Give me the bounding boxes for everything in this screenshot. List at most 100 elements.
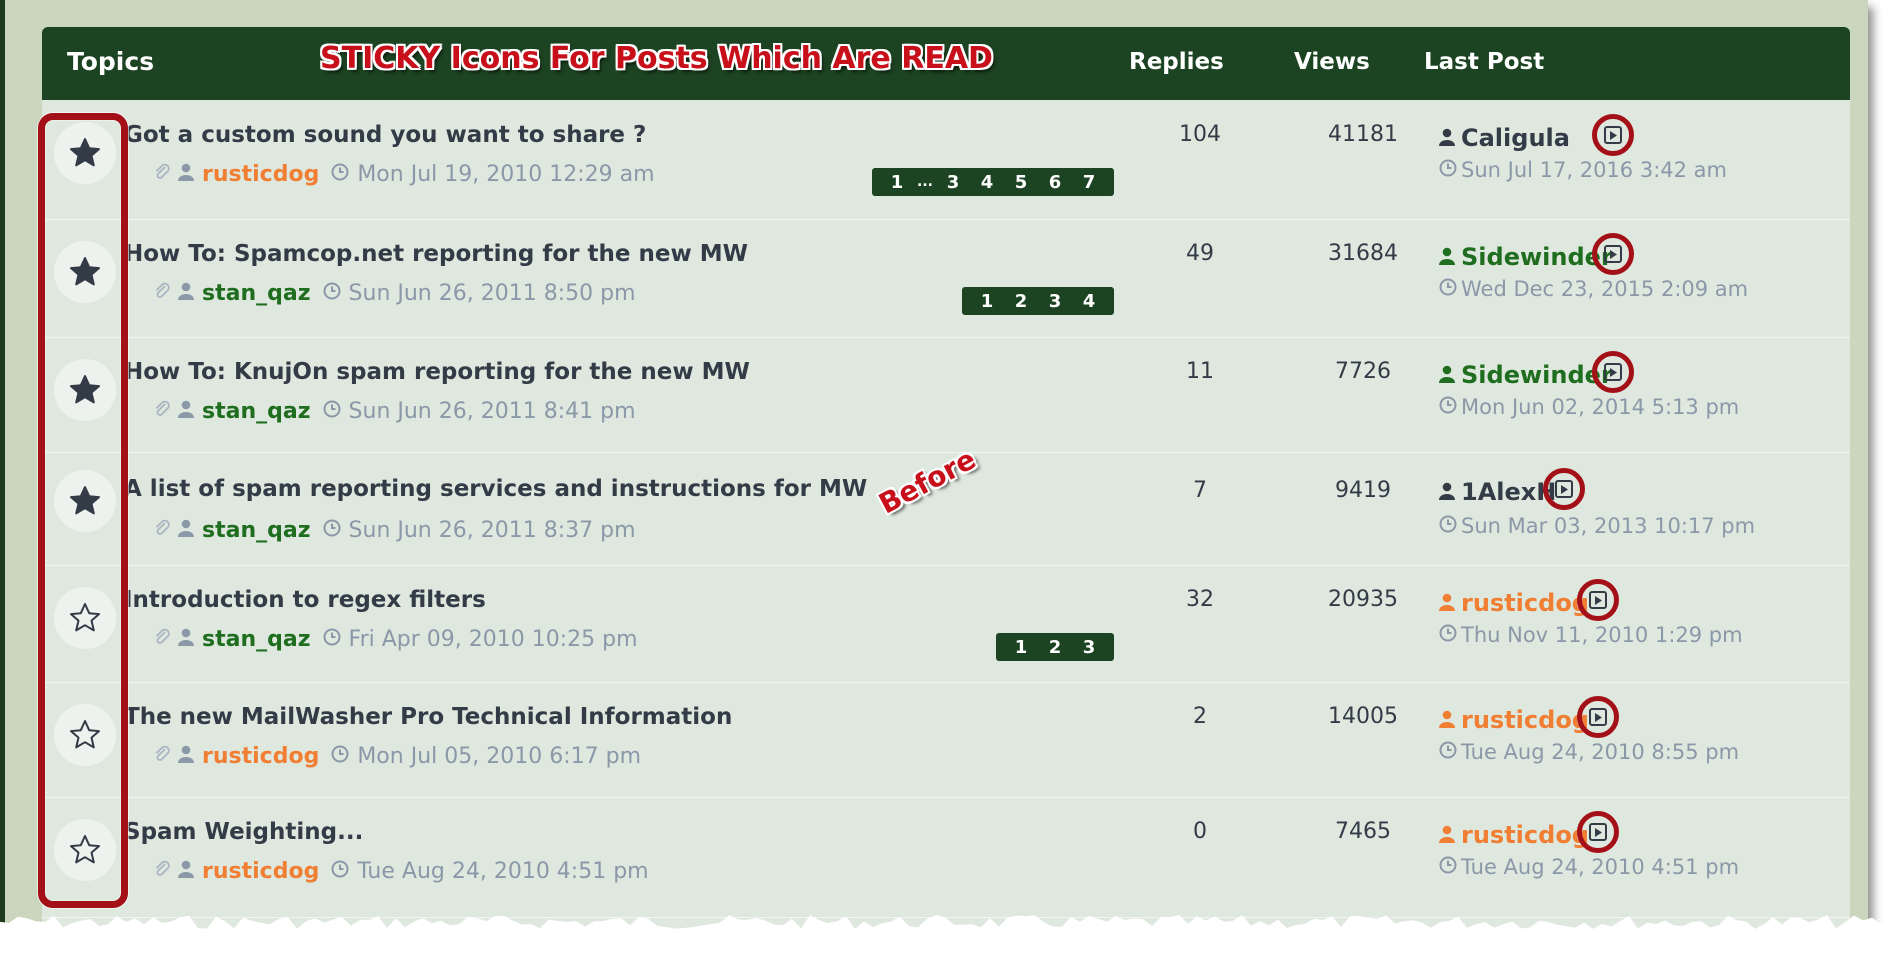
page-link[interactable]: 2: [1004, 291, 1038, 312]
user-icon: [178, 744, 194, 769]
view-latest-post-button[interactable]: [1592, 351, 1634, 393]
page-link[interactable]: 1: [1004, 637, 1038, 658]
topic-author-link[interactable]: stan_qaz: [202, 399, 311, 424]
topic-meta: stan_qaz Fri Apr 09, 2010 10:25 pm: [154, 627, 638, 652]
clock-icon: [323, 281, 341, 306]
views-count: 9419: [1335, 478, 1391, 503]
view-latest-post-button[interactable]: [1543, 468, 1585, 510]
topic-author-link[interactable]: stan_qaz: [202, 627, 311, 652]
replies-count: 104: [1179, 122, 1221, 147]
user-icon: [178, 399, 194, 424]
view-latest-post-button[interactable]: [1577, 811, 1619, 853]
page-link[interactable]: 3: [1072, 637, 1106, 658]
pagination-ellipsis: ...: [917, 174, 933, 190]
user-icon: [178, 281, 194, 306]
last-post-author-link[interactable]: rusticdog: [1461, 706, 1589, 734]
replies-count: 2: [1193, 704, 1207, 729]
last-post-time: Wed Dec 23, 2015 2:09 am: [1439, 277, 1748, 301]
page-link[interactable]: 5: [1004, 172, 1038, 193]
page-link[interactable]: 2: [1038, 637, 1072, 658]
topic-date: Sun Jun 26, 2011 8:37 pm: [348, 518, 636, 543]
last-post-author: rusticdog: [1439, 821, 1589, 849]
topic-row: Got a custom sound you want to share ? ru…: [42, 100, 1850, 220]
page-link[interactable]: 3: [1038, 291, 1072, 312]
user-icon: [178, 518, 194, 543]
topic-row: Introduction to regex filters stan_qaz Fri…: [42, 565, 1850, 683]
topic-date: Sun Jun 26, 2011 8:50 pm: [348, 281, 636, 306]
topic-meta: stan_qaz Sun Jun 26, 2011 8:41 pm: [154, 399, 636, 424]
user-icon: [1439, 361, 1455, 389]
annotation-banner: STICKY Icons For Posts Which Are READ: [320, 41, 993, 76]
topic-author-link[interactable]: rusticdog: [202, 162, 319, 187]
topic-date: Mon Jul 19, 2010 12:29 am: [357, 162, 655, 187]
topic-row: The new MailWasher Pro Technical Informa…: [42, 682, 1850, 798]
page-link[interactable]: 4: [1072, 291, 1106, 312]
topic-title-link[interactable]: The new MailWasher Pro Technical Informa…: [124, 704, 732, 730]
view-latest-post-button[interactable]: [1577, 696, 1619, 738]
view-latest-post-icon: [1604, 126, 1622, 144]
topic-title-link[interactable]: Introduction to regex filters: [124, 587, 486, 613]
page-link[interactable]: 7: [1072, 172, 1106, 193]
topic-author-link[interactable]: stan_qaz: [202, 518, 311, 543]
last-post-author: Sidewinder: [1439, 243, 1613, 271]
last-post-author-link[interactable]: 1AlexH: [1461, 478, 1556, 506]
last-post-author-link[interactable]: Sidewinder: [1461, 243, 1613, 271]
views-column-header: Views: [1294, 49, 1370, 75]
pagination: 1234: [962, 287, 1114, 315]
last-post-author: Sidewinder: [1439, 361, 1613, 389]
last-post-date: Sun Mar 03, 2013 10:17 pm: [1461, 514, 1756, 538]
clock-icon: [323, 627, 341, 652]
last-post-date: Mon Jun 02, 2014 5:13 pm: [1461, 395, 1740, 419]
torn-edge: [0, 915, 1895, 953]
last-post-author: Caligula: [1439, 124, 1570, 152]
last-post-author-link[interactable]: Caligula: [1461, 124, 1570, 152]
last-post-column-header: Last Post: [1424, 49, 1545, 75]
topic-author-link[interactable]: stan_qaz: [202, 281, 311, 306]
replies-column-header: Replies: [1129, 49, 1224, 75]
clock-icon: [1439, 158, 1457, 182]
last-post-author-link[interactable]: Sidewinder: [1461, 361, 1613, 389]
clock-icon: [1439, 277, 1457, 301]
topic-title-link[interactable]: Spam Weighting...: [124, 819, 363, 845]
attachment-icon: [154, 518, 170, 543]
replies-count: 49: [1186, 241, 1214, 266]
user-icon: [1439, 706, 1455, 734]
page-link[interactable]: 1: [880, 172, 914, 193]
views-count: 31684: [1328, 241, 1398, 266]
user-icon: [178, 859, 194, 884]
user-icon: [178, 162, 194, 187]
views-count: 41181: [1328, 122, 1398, 147]
page-link[interactable]: 3: [936, 172, 970, 193]
topic-date: Tue Aug 24, 2010 4:51 pm: [357, 859, 649, 884]
view-latest-post-icon: [1555, 480, 1573, 498]
clock-icon: [323, 518, 341, 543]
last-post-author-link[interactable]: rusticdog: [1461, 589, 1589, 617]
topic-title-link[interactable]: Got a custom sound you want to share ?: [124, 122, 646, 148]
user-icon: [1439, 243, 1455, 271]
view-latest-post-icon: [1589, 708, 1607, 726]
page-link[interactable]: 1: [970, 291, 1004, 312]
last-post-author-link[interactable]: rusticdog: [1461, 821, 1589, 849]
view-latest-post-button[interactable]: [1592, 114, 1634, 156]
view-latest-post-button[interactable]: [1577, 579, 1619, 621]
topic-author-link[interactable]: rusticdog: [202, 859, 319, 884]
last-post-time: Mon Jun 02, 2014 5:13 pm: [1439, 395, 1739, 419]
page-link[interactable]: 4: [970, 172, 1004, 193]
topic-author-link[interactable]: rusticdog: [202, 744, 319, 769]
view-latest-post-icon: [1604, 363, 1622, 381]
topic-row: Spam Weighting... rusticdog Tue Aug 24, 20…: [42, 797, 1850, 918]
topic-date: Mon Jul 05, 2010 6:17 pm: [357, 744, 641, 769]
view-latest-post-button[interactable]: [1592, 233, 1634, 275]
attachment-icon: [154, 627, 170, 652]
topics-header: Topics STICKY Icons For Posts Which Are …: [42, 27, 1850, 100]
page-link[interactable]: 6: [1038, 172, 1072, 193]
last-post-date: Wed Dec 23, 2015 2:09 am: [1461, 277, 1749, 301]
clock-icon: [1439, 740, 1457, 764]
topic-title-link[interactable]: How To: Spamcop.net reporting for the ne…: [124, 241, 748, 267]
last-post-time: Thu Nov 11, 2010 1:29 pm: [1439, 623, 1743, 647]
topic-title-link[interactable]: A list of spam reporting services and in…: [124, 476, 867, 502]
views-count: 7726: [1335, 359, 1391, 384]
clock-icon: [1439, 395, 1457, 419]
topic-meta: rusticdog Tue Aug 24, 2010 4:51 pm: [154, 859, 649, 884]
topic-title-link[interactable]: How To: KnujOn spam reporting for the ne…: [124, 359, 750, 385]
